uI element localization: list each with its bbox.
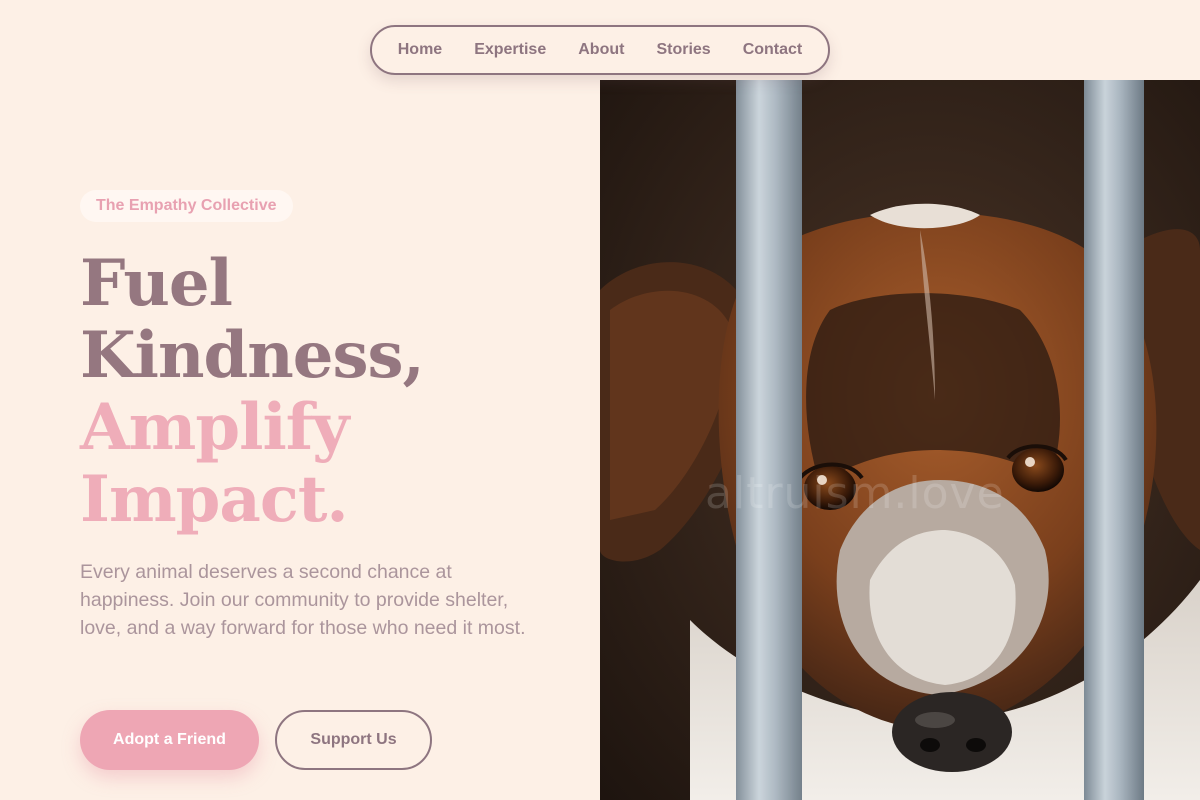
main-nav: Home Expertise About Stories Contact — [370, 25, 830, 75]
headline-line-2: Kindness, — [80, 318, 425, 393]
headline-line-4: Impact. — [80, 462, 349, 537]
nav-stories[interactable]: Stories — [656, 41, 710, 59]
hero-headline: Fuel Kindness, Amplify Impact. — [80, 246, 425, 537]
nav-about[interactable]: About — [578, 41, 624, 59]
collective-badge: The Empathy Collective — [80, 190, 293, 222]
headline-line-3: Amplify — [80, 390, 349, 465]
support-button[interactable]: Support Us — [275, 710, 432, 770]
dog-behind-bars-illustration — [600, 80, 1200, 800]
headline-line-1: Fuel — [80, 246, 233, 321]
hero-image: altruism.love — [600, 80, 1200, 800]
nav-home[interactable]: Home — [398, 41, 442, 59]
nav-contact[interactable]: Contact — [743, 41, 803, 59]
adopt-button[interactable]: Adopt a Friend — [80, 710, 259, 770]
hero-description: Every animal deserves a second chance at… — [80, 561, 526, 639]
nav-expertise[interactable]: Expertise — [474, 41, 546, 59]
